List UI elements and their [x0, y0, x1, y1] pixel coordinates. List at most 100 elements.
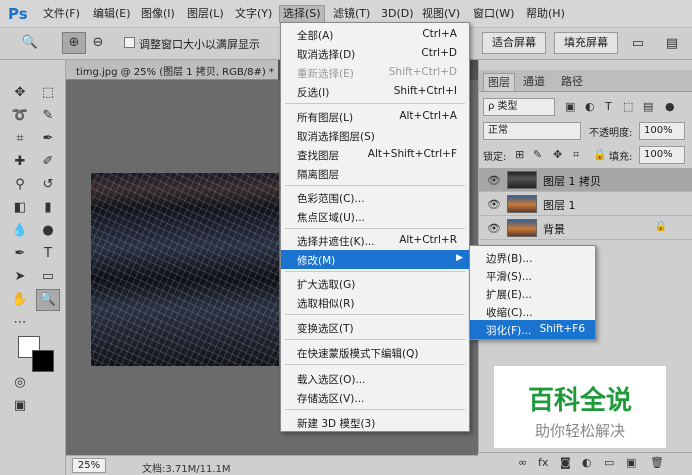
menu-item-new-3d-model[interactable]: 新建 3D 模型(3) [281, 413, 469, 432]
zoom-out-icon[interactable]: ⊖ [86, 32, 110, 54]
menu-item-focus-area[interactable]: 焦点区域(U)... [281, 207, 469, 226]
fill-field[interactable]: 100% [639, 146, 685, 164]
workspace-icon[interactable]: ▤ [660, 33, 684, 55]
menu-filter[interactable]: 滤镜(T) [330, 5, 373, 23]
lock-image-icon[interactable]: ✎ [533, 148, 542, 161]
menu-3d[interactable]: 3D(D) [378, 5, 417, 23]
fit-screen-button[interactable]: 适合屏幕 [482, 32, 546, 54]
filter-type-icon[interactable]: T [605, 100, 612, 113]
menu-item-grow[interactable]: 扩大选取(G) [281, 274, 469, 293]
menu-item-transform-selection[interactable]: 变换选区(T) [281, 318, 469, 337]
tab-paths[interactable]: 路径 [557, 73, 587, 91]
eyedropper-tool-icon[interactable]: ✒ [36, 128, 60, 150]
brush-tool-icon[interactable]: ✐ [36, 151, 60, 173]
zoom-level-field[interactable]: 25% [72, 458, 106, 473]
quick-mask-icon[interactable]: ◎ [8, 372, 32, 394]
history-brush-icon[interactable]: ↺ [36, 174, 60, 196]
menu-item-all-layers[interactable]: 所有图层(L) Alt+Ctrl+A [281, 107, 469, 126]
tab-channels[interactable]: 通道 [519, 73, 549, 91]
menu-select[interactable]: 选择(S) [279, 5, 325, 23]
type-tool-icon[interactable]: T [36, 243, 60, 265]
opacity-field[interactable]: 100% [639, 122, 685, 140]
eye-icon[interactable]: 👁 [487, 174, 501, 187]
submenu-item-feather[interactable]: 羽化(F)... Shift+F6 [470, 320, 595, 339]
link-layers-icon[interactable]: ∞ [518, 456, 527, 469]
eraser-tool-icon[interactable]: ◧ [8, 197, 32, 219]
filter-smart-icon[interactable]: ▤ [643, 100, 653, 113]
menu-layer[interactable]: 图层(L) [184, 5, 227, 23]
submenu-item-border[interactable]: 边界(B)... [470, 248, 595, 267]
menu-item-select-and-mask[interactable]: 选择并遮住(K)... Alt+Ctrl+R [281, 231, 469, 250]
more-tools-icon[interactable]: ⋯ [8, 312, 32, 334]
resize-window-checkbox[interactable] [124, 37, 135, 48]
tab-layers[interactable]: 图层 [483, 73, 515, 91]
rectangle-tool-icon[interactable]: ▭ [36, 266, 60, 288]
filter-pixel-icon[interactable]: ▣ [565, 100, 575, 113]
healing-brush-icon[interactable]: ✚ [8, 151, 32, 173]
menu-item-find-layers[interactable]: 查找图层 Alt+Shift+Ctrl+F [281, 145, 469, 164]
screen-mode-icon[interactable]: ▣ [8, 395, 32, 417]
submenu-item-smooth[interactable]: 平滑(S)... [470, 266, 595, 285]
lock-position-icon[interactable]: ✥ [553, 148, 562, 161]
menu-type[interactable]: 文字(Y) [232, 5, 275, 23]
filter-toggle-icon[interactable]: ● [665, 100, 675, 113]
lock-artboard-icon[interactable]: ⌗ [573, 148, 579, 162]
menu-item-similar[interactable]: 选取相似(R) [281, 293, 469, 312]
zoom-tool-icon[interactable]: 🔍 [36, 289, 60, 311]
zoom-in-icon[interactable]: ⊕ [62, 32, 86, 54]
menu-view[interactable]: 视图(V) [419, 5, 463, 23]
blur-tool-icon[interactable]: 💧 [8, 220, 32, 242]
blend-mode-dropdown[interactable]: 正常 [483, 122, 581, 140]
menu-item-save-selection[interactable]: 存储选区(V)... [281, 388, 469, 407]
new-layer-icon[interactable]: ▣ [626, 456, 636, 469]
adjustment-layer-icon[interactable]: ◐ [582, 456, 592, 469]
document-size[interactable]: 文档:3.71M/11.1M [142, 460, 231, 475]
new-group-icon[interactable]: ▭ [604, 456, 614, 469]
marquee-tool-icon[interactable]: ⬚ [36, 82, 60, 104]
quick-select-tool-icon[interactable]: ✎ [36, 105, 60, 127]
filter-adjust-icon[interactable]: ◐ [585, 100, 595, 113]
path-select-icon[interactable]: ➤ [8, 266, 32, 288]
layer-row[interactable]: 👁 背景 🔒 [479, 216, 692, 240]
menu-item-modify[interactable]: 修改(M) ▶ [281, 250, 469, 269]
fx-icon[interactable]: fx [538, 456, 548, 469]
layer-row[interactable]: 👁 图层 1 [479, 192, 692, 216]
lasso-tool-icon[interactable]: ➰ [8, 105, 32, 127]
menu-edit[interactable]: 编辑(E) [90, 5, 134, 23]
menu-item-select-all[interactable]: 全部(A) Ctrl+A [281, 25, 469, 44]
share-icon[interactable]: ▭ [626, 33, 650, 55]
zoom-tool-preset-icon[interactable]: 🔍 [18, 32, 42, 54]
layer-filter-dropdown[interactable]: ρ 类型 [483, 98, 555, 116]
move-tool-icon[interactable]: ✥ [8, 82, 32, 104]
menu-item-isolate-layers[interactable]: 隔离图层 [281, 164, 469, 183]
crop-tool-icon[interactable]: ⌗ [8, 128, 32, 150]
dodge-tool-icon[interactable]: ● [36, 220, 60, 242]
menu-window[interactable]: 窗口(W) [470, 5, 517, 23]
menu-image[interactable]: 图像(I) [138, 5, 178, 23]
menu-item-deselect[interactable]: 取消选择(D) Ctrl+D [281, 44, 469, 63]
menu-item-inverse[interactable]: 反选(I) Shift+Ctrl+I [281, 82, 469, 101]
fill-screen-button[interactable]: 填充屏幕 [554, 32, 618, 54]
eye-icon[interactable]: 👁 [487, 198, 501, 211]
gradient-tool-icon[interactable]: ▮ [36, 197, 60, 219]
background-color-swatch[interactable] [32, 350, 54, 372]
pen-tool-icon[interactable]: ✒ [8, 243, 32, 265]
lock-all-icon[interactable]: 🔒 [593, 148, 607, 161]
menu-file[interactable]: 文件(F) [40, 5, 83, 23]
trash-icon[interactable]: 🗑 [650, 456, 664, 469]
add-mask-icon[interactable]: ◙ [560, 456, 571, 469]
menu-help[interactable]: 帮助(H) [523, 5, 568, 23]
menu-item-quick-mask[interactable]: 在快速蒙版模式下编辑(Q) [281, 343, 469, 362]
eye-icon[interactable]: 👁 [487, 222, 501, 235]
menu-item-deselect-layers[interactable]: 取消选择图层(S) [281, 126, 469, 145]
document-tab[interactable]: timg.jpg @ 25% (图层 1 拷贝, RGB/8#) * [66, 60, 278, 80]
layer-row[interactable]: 👁 图层 1 拷贝 [479, 168, 692, 192]
clone-stamp-icon[interactable]: ⚲ [8, 174, 32, 196]
hand-tool-icon[interactable]: ✋ [8, 289, 32, 311]
submenu-item-contract[interactable]: 收缩(C)... [470, 302, 595, 321]
filter-shape-icon[interactable]: ⬚ [623, 100, 633, 113]
menu-item-color-range[interactable]: 色彩范围(C)... [281, 188, 469, 207]
menu-item-load-selection[interactable]: 载入选区(O)... [281, 369, 469, 388]
submenu-item-expand[interactable]: 扩展(E)... [470, 284, 595, 303]
lock-transparent-icon[interactable]: ⊞ [515, 148, 524, 161]
